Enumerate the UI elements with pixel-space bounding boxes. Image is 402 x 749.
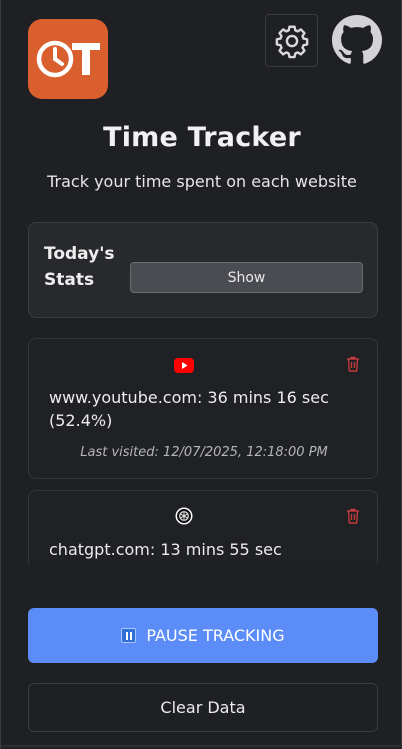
github-icon — [332, 15, 382, 64]
site-usage-text: chatgpt.com: 13 mins 55 sec — [49, 540, 282, 559]
clear-data-button[interactable]: Clear Data — [28, 683, 378, 732]
app-logo — [28, 19, 108, 99]
github-button[interactable] — [331, 14, 383, 66]
delete-site-button[interactable] — [345, 355, 361, 373]
gear-icon — [275, 25, 308, 58]
todays-stats-label: Today's Stats — [44, 244, 115, 290]
delete-site-button[interactable] — [345, 507, 361, 525]
site-card: www.youtube.com: 36 mins 16 sec (52.4%) … — [28, 338, 378, 479]
page-title: Time Tracker — [103, 122, 301, 153]
youtube-icon — [174, 357, 194, 373]
pause-tracking-button[interactable]: PAUSE TRACKING — [28, 608, 378, 663]
trash-icon — [347, 356, 359, 372]
popup-window: Time Tracker Track your time spent on ea… — [0, 0, 402, 749]
pause-tracking-label: PAUSE TRACKING — [146, 626, 285, 645]
site-card: chatgpt.com: 13 mins 55 sec — [28, 490, 378, 564]
todays-stats-card: Today's Stats Show — [28, 222, 378, 318]
chatgpt-icon — [174, 507, 194, 525]
site-list[interactable]: www.youtube.com: 36 mins 16 sec (52.4%) … — [28, 338, 378, 564]
pause-icon — [121, 628, 137, 643]
show-stats-button[interactable]: Show — [130, 262, 363, 293]
trash-icon — [347, 508, 359, 524]
bottom-divider — [1, 745, 402, 747]
site-usage-text: www.youtube.com: 36 mins 16 sec (52.4%) — [49, 388, 329, 430]
last-visited-text: Last visited: 12/07/2025, 12:18:00 PM — [80, 445, 328, 460]
page-subtitle: Track your time spent on each website — [47, 172, 357, 191]
settings-button[interactable] — [265, 14, 318, 67]
